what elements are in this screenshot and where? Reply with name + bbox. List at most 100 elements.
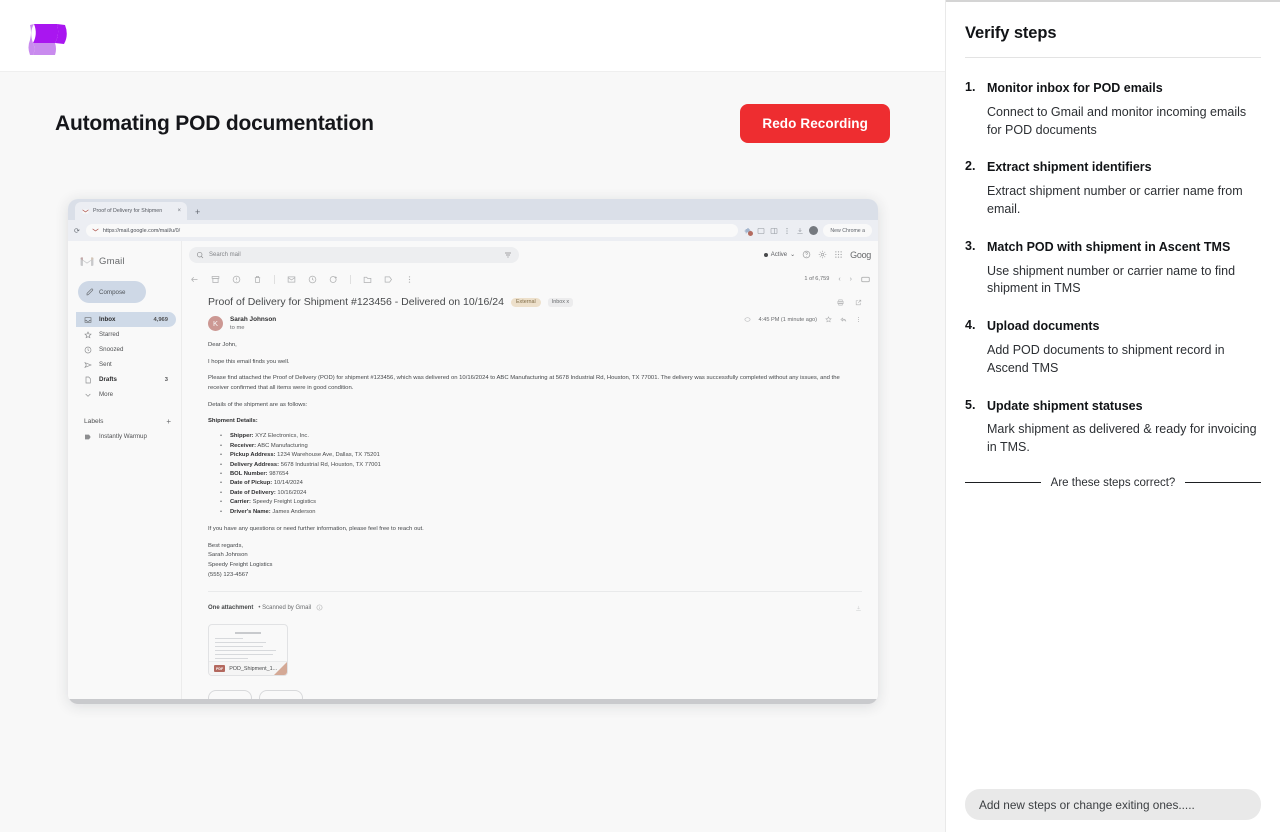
gmail-nav-starred[interactable]: Starred: [76, 327, 176, 342]
next-page-icon[interactable]: ›: [850, 276, 852, 283]
gmail-main: Search mail Active ⌄ Goog 1 of 6,759 ‹ ›…: [181, 241, 878, 704]
browser-url-bar[interactable]: https://mail.google.com/mail/u/0/: [85, 224, 739, 237]
gmail-nav-drafts[interactable]: Drafts 3: [76, 372, 176, 387]
inbox-label-chip[interactable]: Inbox x: [547, 297, 574, 307]
email-details-heading: Shipment Details:: [208, 417, 258, 424]
page-title: Automating POD documentation: [55, 111, 374, 135]
gear-icon[interactable]: [818, 250, 827, 259]
print-icon[interactable]: [837, 299, 844, 306]
redo-recording-button[interactable]: Redo Recording: [740, 104, 890, 143]
gmail-status-dropdown[interactable]: Active ⌄: [763, 251, 795, 258]
filter-icon[interactable]: [504, 251, 512, 259]
email-line-1: I hope this email finds you well.: [208, 358, 290, 365]
add-task-icon[interactable]: [329, 275, 338, 284]
attachment-count-label: One attachment: [208, 604, 254, 611]
step-description: Add POD documents to shipment record in …: [987, 343, 1225, 375]
gmail-app: Gmail Compose Inbox 4,969 Starred Snooze…: [68, 241, 878, 704]
add-steps-input[interactable]: [965, 789, 1261, 820]
draft-icon: [85, 376, 91, 383]
archive-icon[interactable]: [211, 275, 220, 284]
gmail-nav-sent[interactable]: Sent: [76, 357, 176, 372]
gmail-sender-to[interactable]: to me: [230, 325, 276, 331]
label-icon: [85, 434, 91, 439]
google-account-label[interactable]: Goog: [850, 250, 871, 260]
mark-unread-icon[interactable]: [287, 275, 296, 284]
step-title: Update shipment statuses: [987, 398, 1143, 413]
open-in-new-icon[interactable]: [855, 299, 862, 306]
reply-icon[interactable]: [840, 316, 847, 323]
reload-icon[interactable]: ⟳: [74, 227, 80, 235]
snooze-icon[interactable]: [308, 275, 317, 284]
info-icon[interactable]: [316, 604, 323, 611]
attachment-download-all[interactable]: [855, 599, 862, 617]
gmail-thread-toolbar: 1 of 6,759 ‹ ›: [182, 268, 878, 290]
download-icon[interactable]: [796, 227, 804, 235]
gmail-nav-count: 4,969: [153, 316, 168, 323]
attachment-card[interactable]: PDF POD_Shipment_1...: [208, 623, 288, 676]
browser-screenshot[interactable]: Proof of Delivery for Shipmen × + ⟳ http…: [68, 199, 878, 704]
unsubscribe-icon: [744, 317, 750, 322]
reading-list-icon[interactable]: [757, 227, 765, 235]
extensions-icon[interactable]: [744, 227, 754, 236]
step-item-1: 1. Monitor inbox for POD emails Connect …: [965, 80, 1261, 139]
email-signature-2: Sarah Johnson: [208, 552, 248, 559]
list-item: Date of Delivery: 10/16/2024: [208, 489, 862, 499]
back-arrow-icon[interactable]: [190, 275, 199, 284]
new-chrome-notice[interactable]: New Chrome a: [823, 224, 872, 237]
prev-page-icon[interactable]: ‹: [838, 276, 840, 283]
step-description: Extract shipment number or carrier name …: [987, 184, 1243, 216]
gmail-subject-row: Proof of Delivery for Shipment #123456 -…: [208, 290, 862, 308]
browser-tab[interactable]: Proof of Delivery for Shipmen ×: [75, 202, 187, 220]
more-options-icon[interactable]: [405, 275, 414, 284]
preview-line: [215, 637, 243, 640]
labels-icon[interactable]: [384, 275, 393, 284]
split-view-icon[interactable]: [770, 227, 778, 235]
gmail-nav-inbox[interactable]: Inbox 4,969: [76, 312, 176, 327]
gmail-label-instantly-warmup[interactable]: Instantly Warmup: [76, 429, 176, 444]
detail-label: Date of Pickup:: [230, 480, 273, 487]
gmail-nav-snoozed[interactable]: Snoozed: [76, 342, 176, 357]
gmail-message-meta: 4:45 PM (1 minute ago): [744, 316, 862, 323]
chevron-down-icon: [85, 393, 91, 397]
gmail-label-name: Instantly Warmup: [99, 433, 147, 440]
scanned-by-gmail-label: • Scanned by Gmail: [258, 604, 312, 611]
more-options-icon[interactable]: [855, 316, 862, 323]
close-icon[interactable]: ×: [177, 208, 181, 214]
gmail-compose-button[interactable]: Compose: [78, 281, 146, 303]
status-dot-icon: [763, 252, 768, 257]
gmail-search-placeholder: Search mail: [209, 251, 241, 258]
new-tab-icon[interactable]: +: [195, 208, 200, 217]
horizontal-scrollbar[interactable]: [68, 699, 878, 704]
help-icon[interactable]: [802, 250, 811, 259]
confirm-steps-row: Are these steps correct?: [965, 477, 1261, 489]
list-item: BOL Number: 987654: [208, 470, 862, 480]
apps-grid-icon[interactable]: [834, 250, 843, 259]
delete-icon[interactable]: [253, 275, 262, 284]
step-description: Use shipment number or carrier name to f…: [987, 263, 1236, 296]
step-title: Extract shipment identifiers: [987, 160, 1152, 175]
download-icon[interactable]: [855, 605, 862, 612]
report-spam-icon[interactable]: [232, 275, 241, 284]
email-line-2: Please find attached the Proof of Delive…: [208, 375, 840, 392]
keyboard-icon[interactable]: [861, 275, 870, 284]
profile-avatar-icon[interactable]: [809, 226, 819, 235]
add-label-icon[interactable]: +: [166, 417, 171, 426]
step-body: Upload documents Add POD documents to sh…: [987, 318, 1261, 377]
step-title: Monitor inbox for POD emails: [987, 81, 1163, 95]
star-icon[interactable]: [825, 316, 832, 323]
detail-label: Delivery Address:: [230, 461, 280, 468]
attachment-preview: [209, 625, 287, 664]
preview-line: [215, 645, 263, 648]
detail-label: Shipper:: [230, 433, 254, 440]
confirm-steps-text: Are these steps correct?: [1050, 476, 1176, 489]
gmail-nav-more[interactable]: More: [76, 387, 176, 402]
preview-line: [215, 657, 248, 660]
gmail-labels-header: Labels +: [76, 414, 181, 429]
more-vertical-icon[interactable]: [783, 227, 791, 235]
gmail-search-bar[interactable]: Search mail: [189, 246, 519, 263]
wave-logo[interactable]: [24, 14, 68, 58]
move-to-icon[interactable]: [363, 275, 372, 284]
steps-list: 1. Monitor inbox for POD emails Connect …: [965, 80, 1261, 457]
gmail-message-body: Dear John, I hope this email finds you w…: [208, 341, 862, 581]
gmail-sender-row: K Sarah Johnson to me 4:45 PM (1 minute …: [208, 316, 862, 331]
